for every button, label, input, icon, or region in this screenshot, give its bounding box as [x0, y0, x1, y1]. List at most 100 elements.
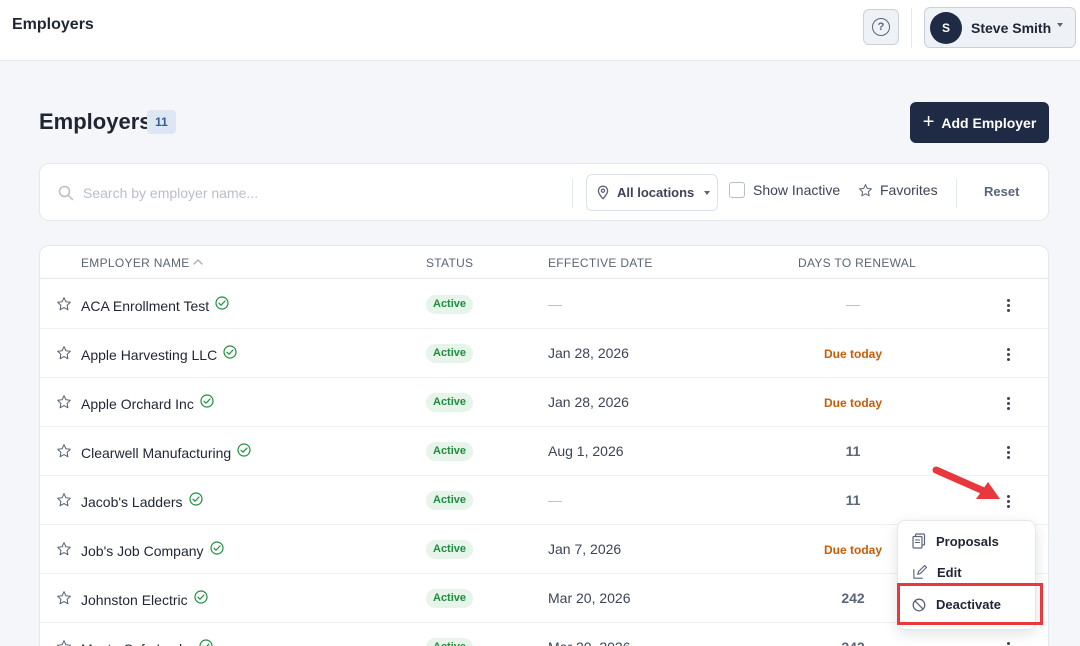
avatar: S [930, 12, 962, 44]
status-badge: Active [426, 638, 474, 646]
table-header: EMPLOYER NAME STATUS EFFECTIVE DATE DAYS… [40, 246, 1048, 279]
employer-name[interactable]: Apple Harvesting LLC [81, 347, 217, 363]
employer-name[interactable]: Job's Job Company [81, 543, 204, 559]
show-inactive-label: Show Inactive [753, 182, 841, 198]
status-badge: Active [426, 442, 474, 461]
table-row[interactable]: MasterSafe Locks Active Mar 20, 2026 242 [40, 623, 1048, 646]
status-badge: Active [426, 393, 474, 412]
search-input[interactable] [83, 180, 563, 206]
verified-check-icon [215, 296, 229, 315]
column-header-status: STATUS [426, 256, 474, 270]
favorite-star-icon[interactable] [56, 541, 72, 562]
reset-button[interactable]: Reset [984, 184, 1019, 199]
status-badge: Active [426, 540, 474, 559]
more-options-icon[interactable] [998, 392, 1018, 414]
more-options-icon[interactable] [998, 441, 1018, 463]
edit-icon [913, 565, 927, 579]
status-badge: Active [426, 344, 474, 363]
help-button[interactable]: ? [863, 9, 899, 45]
employer-name[interactable]: ACA Enrollment Test [81, 298, 209, 314]
table-row[interactable]: Apple Harvesting LLC Active Jan 28, 2026 Du… [40, 329, 1048, 378]
menu-item-proposals[interactable]: Proposals [912, 533, 999, 549]
status-badge: Active [426, 491, 474, 510]
help-icon: ? [872, 18, 890, 36]
column-header-employer-name[interactable]: EMPLOYER NAME [81, 256, 190, 270]
table-row[interactable]: ACA Enrollment Test Active — — [40, 280, 1048, 329]
search-icon [58, 185, 74, 201]
employer-name-cell: Job's Job Company [81, 541, 224, 560]
count-badge: 11 [147, 110, 176, 134]
employer-name-cell: MasterSafe Locks [81, 639, 213, 646]
employer-name-cell: Johnston Electric [81, 590, 208, 609]
days-to-renewal: 11 [845, 443, 861, 459]
page-title: Employers [39, 109, 152, 134]
table-row[interactable]: Jacob's Ladders Active — 11 [40, 476, 1048, 525]
checkbox-box[interactable] [729, 182, 745, 198]
menu-item-edit[interactable]: Edit [912, 565, 962, 580]
caret-down-icon [704, 190, 711, 195]
employer-name-cell: Apple Orchard Inc [81, 394, 214, 413]
days-to-renewal: Due today [823, 347, 882, 361]
favorite-star-icon[interactable] [56, 590, 72, 611]
column-header-effective-date: EFFECTIVE DATE [548, 256, 653, 270]
more-options-icon[interactable] [998, 343, 1018, 365]
location-select-value: All locations [617, 185, 695, 200]
location-select[interactable]: All locations [586, 174, 718, 211]
verified-check-icon [223, 345, 237, 364]
days-to-renewal: 11 [845, 492, 861, 508]
more-options-icon[interactable] [998, 637, 1018, 646]
status-badge: Active [426, 589, 474, 608]
effective-date: Mar 20, 2026 [548, 639, 631, 646]
days-to-renewal: Due today [823, 543, 882, 557]
verified-check-icon [188, 492, 203, 511]
highlight-box [897, 583, 1043, 625]
arrow-annotation-icon [932, 466, 1000, 499]
menu-item-label: Proposals [936, 533, 999, 549]
divider [911, 8, 912, 48]
verified-check-icon [194, 590, 208, 609]
favorite-star-icon[interactable] [56, 296, 72, 317]
document-copy-icon [912, 533, 926, 549]
employer-name[interactable]: MasterSafe Locks [81, 641, 193, 646]
plus-icon: + [922, 110, 935, 133]
effective-date: — [548, 492, 562, 508]
effective-date: Jan 28, 2026 [548, 394, 629, 410]
column-header-days-to-renewal: DAYS TO RENEWAL [798, 256, 917, 270]
more-options-icon[interactable] [998, 294, 1018, 316]
top-bar: Employers ? S Steve Smith [0, 0, 1080, 61]
effective-date: Aug 1, 2026 [548, 443, 624, 459]
verified-check-icon [237, 443, 251, 462]
divider [572, 179, 573, 208]
sort-ascending-icon[interactable] [192, 256, 204, 268]
favorite-star-icon[interactable] [56, 443, 72, 464]
employer-name[interactable]: Johnston Electric [81, 592, 188, 608]
add-employer-button[interactable]: + Add Employer [910, 102, 1049, 143]
employer-name[interactable]: Apple Orchard Inc [81, 396, 194, 412]
employer-name-cell: Clearwell Manufacturing [81, 443, 251, 462]
user-name: Steve Smith [971, 20, 1052, 36]
favorite-star-icon[interactable] [56, 394, 72, 415]
favorite-star-icon[interactable] [56, 492, 72, 513]
star-icon [859, 183, 872, 196]
days-to-renewal: 242 [841, 590, 865, 606]
effective-date: Jan 7, 2026 [548, 541, 622, 557]
favorite-star-icon[interactable] [56, 345, 72, 366]
employer-name[interactable]: Jacob's Ladders [81, 494, 183, 510]
filter-bar: All locations Show Inactive Favorites Re… [39, 163, 1049, 221]
status-badge: Active [426, 295, 474, 314]
table-row[interactable]: Apple Orchard Inc Active Jan 28, 2026 Due t… [40, 378, 1048, 427]
favorites-filter[interactable]: Favorites [858, 182, 938, 198]
caret-down-icon [1057, 23, 1063, 27]
show-inactive-checkbox[interactable]: Show Inactive [729, 182, 840, 198]
days-to-renewal: — [846, 296, 860, 312]
verified-check-icon [199, 639, 213, 646]
divider [956, 179, 957, 208]
table-row[interactable]: Clearwell Manufacturing Active Aug 1, 2026… [40, 427, 1048, 476]
favorite-star-icon[interactable] [56, 639, 72, 646]
menu-item-label: Edit [937, 565, 962, 580]
days-to-renewal: 242 [803, 639, 903, 646]
effective-date: Jan 28, 2026 [548, 345, 629, 361]
user-menu-button[interactable]: S Steve Smith [924, 7, 1076, 48]
employer-name[interactable]: Clearwell Manufacturing [81, 445, 231, 461]
employer-name-cell: ACA Enrollment Test [81, 296, 229, 315]
